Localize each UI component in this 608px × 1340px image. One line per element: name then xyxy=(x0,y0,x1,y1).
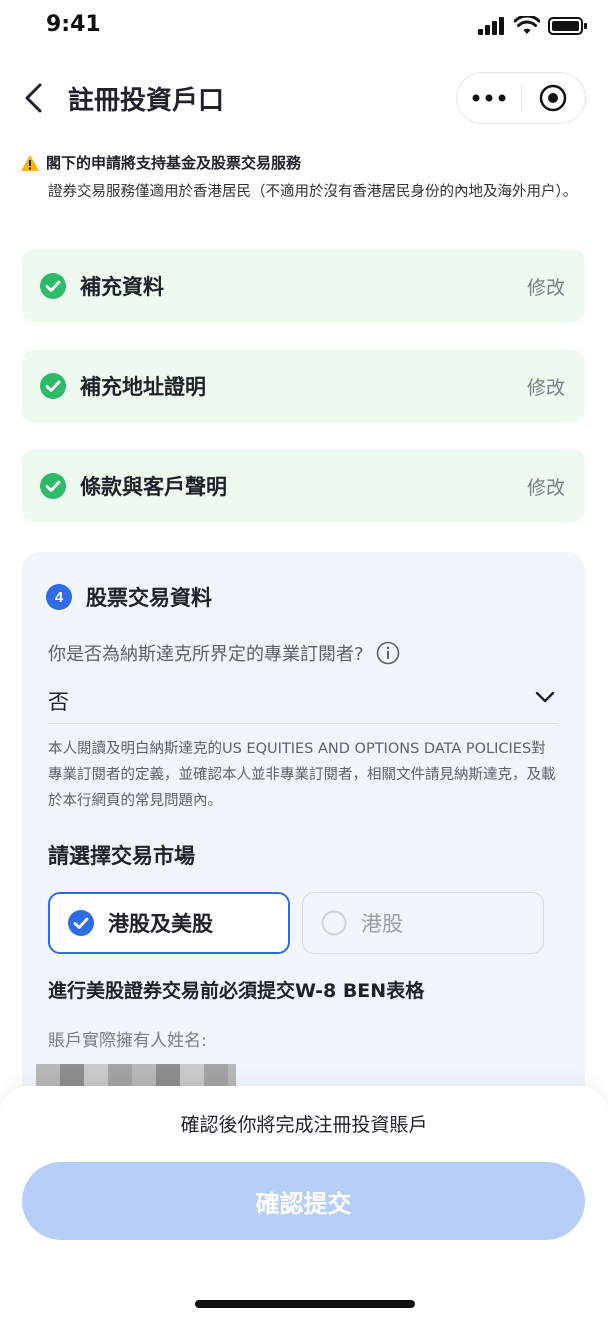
back-button[interactable] xyxy=(18,78,48,118)
more-button[interactable] xyxy=(457,73,521,123)
nav-bar: 註冊投資戶口 xyxy=(0,56,608,142)
confirm-submit-button[interactable]: 確認提交 xyxy=(22,1162,585,1240)
more-dots-icon xyxy=(472,94,506,102)
option-label: 港股 xyxy=(361,912,403,936)
w8-ben-note: 進行美股證券交易前必須提交W-8 BEN表格 xyxy=(48,980,425,1002)
step-label: 條款與客戶聲明 xyxy=(80,475,227,499)
confirm-note: 確認後你將完成注冊投資賬戶 xyxy=(180,1114,428,1136)
step-label: 補充地址證明 xyxy=(80,375,206,399)
page-title: 註冊投資戶口 xyxy=(68,86,225,116)
mini-program-capsule xyxy=(456,72,586,124)
step-address-proof: 補充地址證明 修改 xyxy=(22,350,585,422)
check-circle-icon xyxy=(40,473,66,499)
step-terms-declaration: 條款與客戶聲明 修改 xyxy=(22,450,585,522)
edit-link[interactable]: 修改 xyxy=(527,273,565,300)
market-title: 請選擇交易市場 xyxy=(48,844,195,868)
unchecked-radio-icon xyxy=(321,910,347,936)
professional-subscriber-question: 你是否為納斯達克所界定的專業訂閱者? xyxy=(48,640,400,666)
battery-icon xyxy=(548,17,587,35)
signal-icon xyxy=(478,17,504,35)
owner-name-label: 賬戶實際擁有人姓名: xyxy=(48,1031,207,1051)
home-indicator xyxy=(195,1300,415,1308)
edit-link[interactable]: 修改 xyxy=(527,473,565,500)
market-option-hk-us[interactable]: 港股及美股 xyxy=(48,892,290,954)
status-bar: 9:41 xyxy=(0,0,608,56)
check-circle-icon xyxy=(40,273,66,299)
chevron-down-icon xyxy=(535,691,555,703)
option-label: 港股及美股 xyxy=(108,912,213,936)
checked-radio-icon xyxy=(68,910,94,936)
target-close-icon xyxy=(540,84,567,112)
chevron-left-icon xyxy=(25,83,42,113)
market-option-hk[interactable]: 港股 xyxy=(302,892,544,954)
check-circle-icon xyxy=(40,373,66,399)
nasdaq-disclaimer: 本人閱讀及明白納斯達克的US EQUITIES AND OPTIONS DATA… xyxy=(48,741,556,809)
info-icon[interactable] xyxy=(376,641,400,665)
wifi-icon xyxy=(514,16,540,34)
step-label: 補充資料 xyxy=(80,275,164,299)
status-icons xyxy=(478,16,588,36)
select-value: 否 xyxy=(48,690,69,714)
close-mini-program-button[interactable] xyxy=(522,73,586,123)
status-time: 9:41 xyxy=(46,12,101,37)
stock-trading-card: 4 股票交易資料 你是否為納斯達克所界定的專業訂閱者? 否 本人閱讀及明白納斯達… xyxy=(22,552,585,1112)
professional-subscriber-select[interactable]: 否 xyxy=(48,680,558,724)
notice-title: 閣下的申請將支持基金及股票交易服務 xyxy=(46,154,302,172)
step-supplementary-info: 補充資料 修改 xyxy=(22,250,585,322)
bottom-panel: 確認後你將完成注冊投資賬戶 確認提交 xyxy=(0,1086,608,1340)
step-number-badge: 4 xyxy=(46,584,72,610)
edit-link[interactable]: 修改 xyxy=(527,373,565,400)
warning-icon xyxy=(21,154,39,171)
question-label: 你是否為納斯達克所界定的專業訂閱者? xyxy=(48,644,364,665)
service-notice: 閣下的申請將支持基金及股票交易服務 證券交易服務僅適用於香港居民（不適用於沒有香… xyxy=(20,152,590,204)
section-title: 股票交易資料 xyxy=(86,586,212,610)
notice-body: 證券交易服務僅適用於香港居民（不適用於沒有香港居民身份的內地及海外用户）。 xyxy=(48,184,578,200)
